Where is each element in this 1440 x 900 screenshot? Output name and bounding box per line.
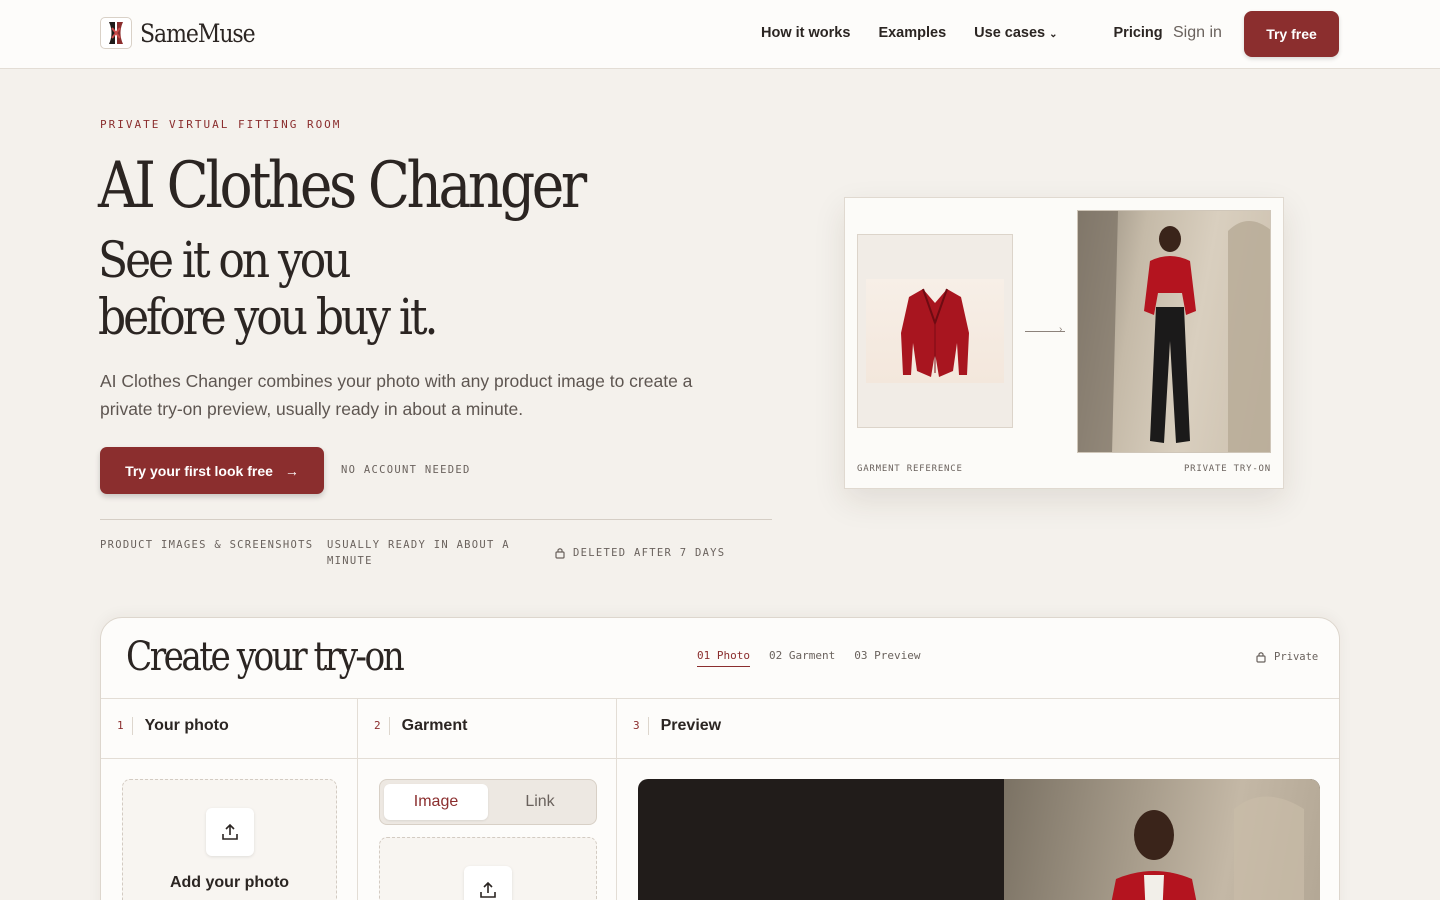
- hero-divider: [100, 519, 772, 520]
- model-figure-icon: [1111, 796, 1304, 900]
- garment-source-toggle: Image Link: [379, 779, 597, 825]
- logo-icon: [100, 17, 132, 49]
- hero-eyebrow: PRIVATE VIRTUAL FITTING ROOM: [100, 118, 342, 131]
- nav-how-it-works[interactable]: How it works: [761, 25, 850, 41]
- add-photo-label: Add your photo: [169, 874, 290, 891]
- garment-dropzone[interactable]: [379, 837, 597, 900]
- feature-deleted-label: DELETED AFTER 7 DAYS: [573, 547, 726, 559]
- create-tryon-panel: Create your try-on 01 Photo 02 Garment 0…: [100, 617, 1340, 900]
- try-free-button[interactable]: Try free: [1244, 11, 1339, 57]
- column-number: 3: [633, 717, 649, 735]
- try-on-result-image: [1077, 210, 1271, 453]
- arrow-right-icon: ›: [1059, 324, 1063, 335]
- upload-icon[interactable]: [206, 808, 254, 856]
- nav-use-cases[interactable]: Use cases ⌄: [974, 25, 1085, 41]
- column-number: 1: [117, 717, 133, 735]
- garment-image: [866, 279, 1004, 383]
- top-nav: SameMuse How it works Examples Use cases…: [0, 0, 1440, 69]
- column-title: Garment: [401, 717, 468, 734]
- step-tabs: 01 Photo 02 Garment 03 Preview: [697, 649, 939, 667]
- upload-icon[interactable]: [464, 866, 512, 900]
- column-divider: [616, 698, 617, 900]
- column-title: Preview: [660, 717, 722, 734]
- panel-divider: [101, 698, 1339, 699]
- nav-links: How it works Examples Use cases ⌄ Pricing: [761, 25, 1191, 41]
- preview-image: [1004, 779, 1320, 900]
- nav-examples[interactable]: Examples: [878, 25, 946, 41]
- garment-reference-label: GARMENT REFERENCE: [857, 464, 963, 474]
- hero-subtitle-line2: before you buy it.: [98, 288, 438, 346]
- nav-pricing[interactable]: Pricing: [1114, 25, 1163, 41]
- private-tryon-label: PRIVATE TRY-ON: [1183, 464, 1271, 474]
- lock-icon: [555, 548, 565, 559]
- column-divider: [357, 698, 358, 900]
- hero-subtitle: See it on you before you buy it.: [98, 231, 438, 346]
- column-header-preview: 3 Preview: [633, 717, 721, 735]
- example-preview-card: › GARMENT REFERENCE PRIVATE TRY-ON: [844, 197, 1284, 489]
- page-title: AI Clothes Changer: [98, 149, 587, 223]
- no-account-note: NO ACCOUNT NEEDED: [341, 464, 471, 476]
- private-label: Private: [1274, 651, 1319, 663]
- arrow-right-icon: →: [284, 462, 299, 479]
- signin-link[interactable]: Sign in: [1173, 24, 1222, 42]
- model-figure-icon: [1078, 211, 1270, 452]
- tab-garment[interactable]: 02 Garment: [769, 649, 835, 667]
- column-header-garment: 2 Garment: [374, 717, 467, 735]
- hero-lead: AI Clothes Changer combines your photo w…: [100, 371, 693, 419]
- garment-reference-frame: [857, 234, 1013, 428]
- feature-ready-time: USUALLY READY IN ABOUT A MINUTE: [327, 539, 510, 567]
- photo-dropzone[interactable]: Add your photo: [122, 779, 337, 900]
- tab-photo[interactable]: 01 Photo: [697, 649, 750, 667]
- brand-name: SameMuse: [140, 18, 256, 48]
- nav-use-cases-label: Use cases: [974, 25, 1046, 41]
- cta-label: Try your first look free: [125, 462, 273, 479]
- create-title: Create your try-on: [126, 634, 405, 680]
- try-first-look-button[interactable]: Try your first look free →: [100, 447, 324, 494]
- lock-icon: [1256, 652, 1266, 663]
- hero-subtitle-line1: See it on you: [98, 231, 351, 289]
- toggle-link[interactable]: Link: [488, 784, 592, 820]
- red-blazer-icon: [901, 288, 969, 377]
- tab-preview[interactable]: 03 Preview: [854, 649, 920, 667]
- column-header-divider: [101, 758, 1339, 759]
- feature-product-images: PRODUCT IMAGES & SCREENSHOTS: [100, 539, 314, 551]
- preview-area: [638, 779, 1320, 900]
- chevron-down-icon: ⌄: [1049, 29, 1058, 40]
- column-title: Your photo: [144, 717, 229, 734]
- brand-logo[interactable]: SameMuse: [100, 17, 270, 49]
- private-badge: Private: [1256, 651, 1318, 663]
- column-header-photo: 1 Your photo: [117, 717, 229, 735]
- feature-deleted: DELETED AFTER 7 DAYS: [555, 545, 725, 561]
- column-number: 2: [374, 717, 390, 735]
- toggle-image[interactable]: Image: [384, 784, 488, 820]
